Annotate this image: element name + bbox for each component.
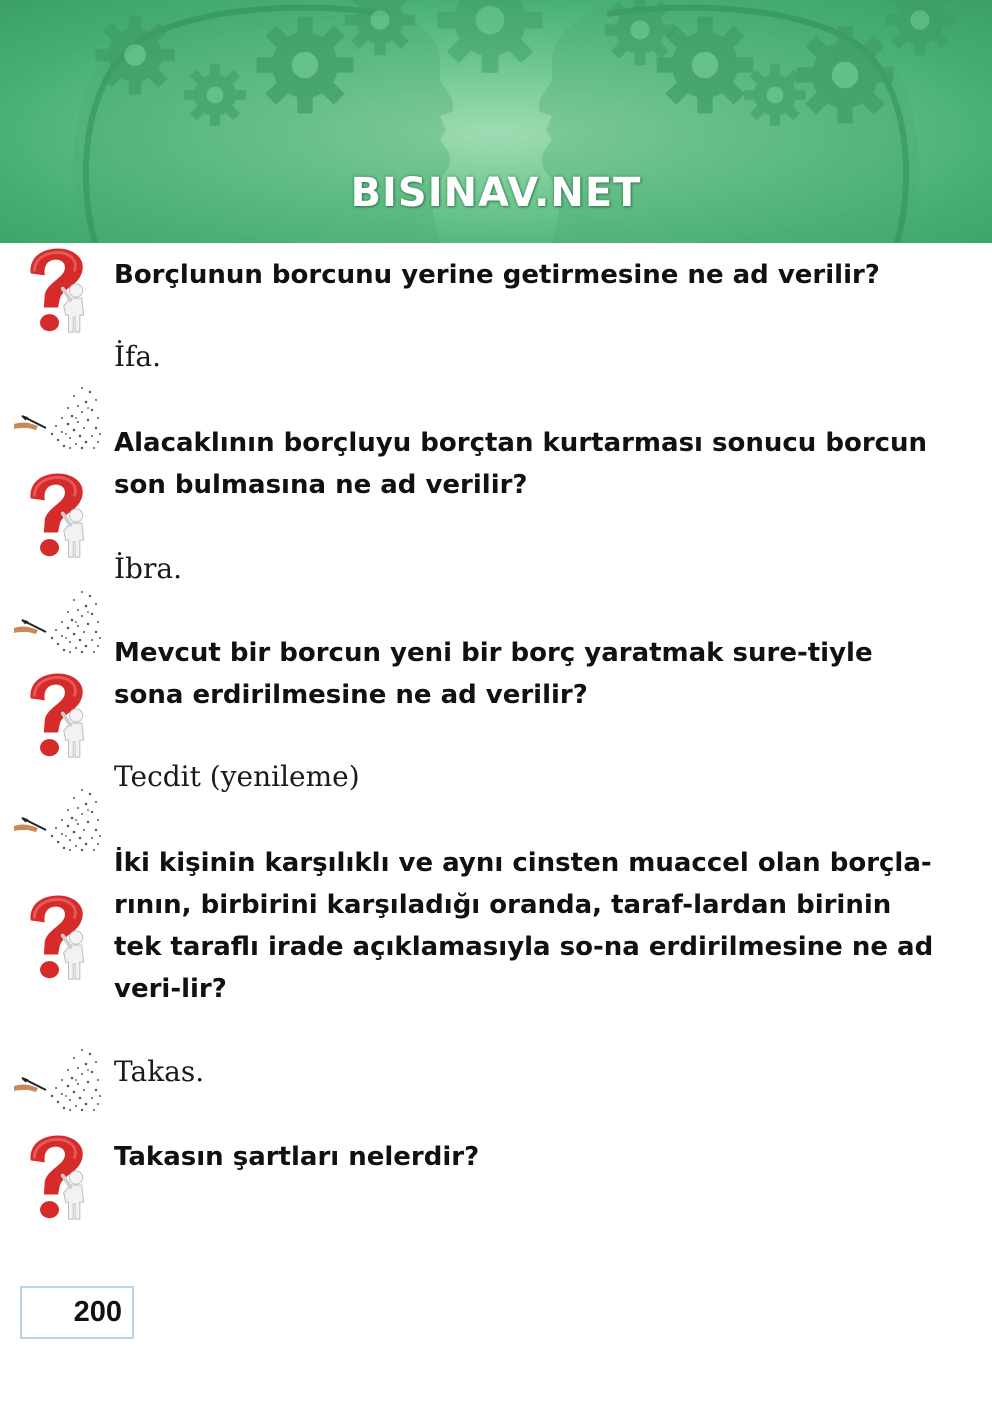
answer-text: İfa. [114,340,162,373]
question-mark-figure-icon [20,670,98,760]
question-mark-figure-icon [20,470,98,560]
question-text: İki kişinin karşılıklı ve aynı cinsten m… [114,848,934,1004]
question-text: Mevcut bir borcun yeni bir borç yaratmak… [114,638,873,710]
answer-text: Takas. [114,1055,205,1088]
question-text: Alacaklının borçluyu borçtan kurtarması … [114,428,928,500]
page-number: 200 [20,1286,134,1339]
header-banner: BISINAV.NET [0,0,992,243]
writing-hand-icon [12,784,102,854]
writing-hand-icon [12,586,102,656]
question-text: Takasın şartları nelerdir? [114,1142,480,1172]
writing-hand-icon [12,382,102,452]
question-mark-figure-icon [20,892,98,982]
brand-logo-text: BISINAV.NET [350,170,642,216]
answer-text: İbra. [114,552,182,585]
question-mark-figure-icon [20,1132,98,1222]
answer-text: Tecdit (yenileme) [114,760,360,793]
question-mark-figure-icon [20,245,98,335]
writing-hand-icon [12,1044,102,1114]
question-text: Borçlunun borcunu yerine getirmesine ne … [114,260,880,290]
